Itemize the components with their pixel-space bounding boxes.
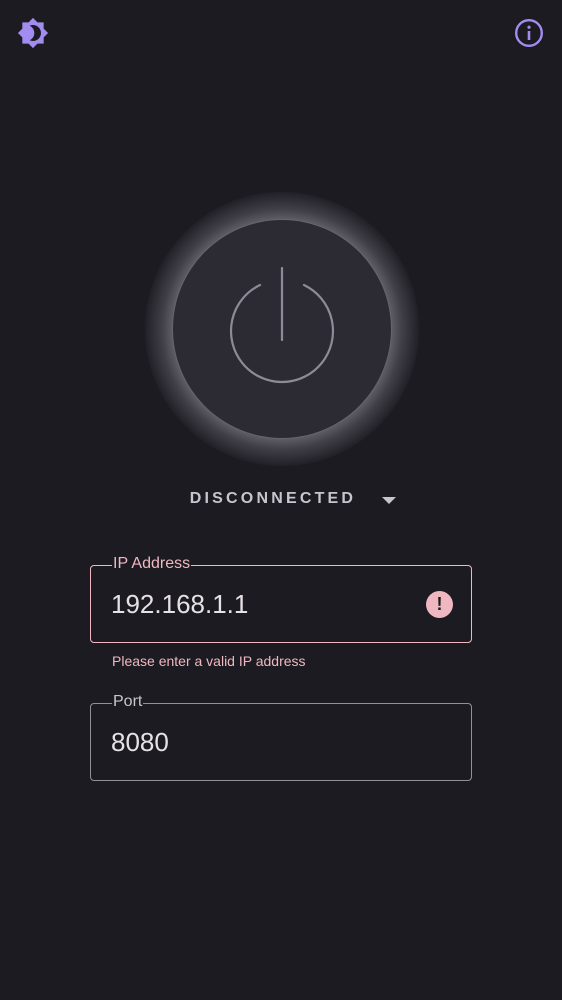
ip-address-input[interactable] (111, 586, 411, 622)
port-field[interactable]: Port (90, 691, 472, 781)
power-icon (229, 266, 335, 384)
caret-down-icon (382, 496, 397, 504)
port-label: Port (112, 691, 144, 713)
ip-address-field[interactable]: IP Address ! (90, 553, 472, 643)
info-button[interactable] (510, 14, 548, 52)
ip-address-label: IP Address (112, 553, 192, 575)
theme-toggle-button[interactable] (14, 14, 52, 52)
status-label: DISCONNECTED (189, 490, 357, 507)
error-icon: ! (426, 591, 453, 618)
brightness-moon-icon (17, 17, 49, 49)
connection-status-dropdown[interactable]: DISCONNECTED (0, 485, 562, 513)
ip-error-message: Please enter a valid IP address (112, 653, 306, 669)
port-input[interactable] (111, 724, 411, 760)
app-screen: DISCONNECTED IP Address ! Please enter a… (0, 0, 562, 1000)
info-icon (514, 18, 544, 48)
power-button[interactable] (173, 220, 391, 438)
